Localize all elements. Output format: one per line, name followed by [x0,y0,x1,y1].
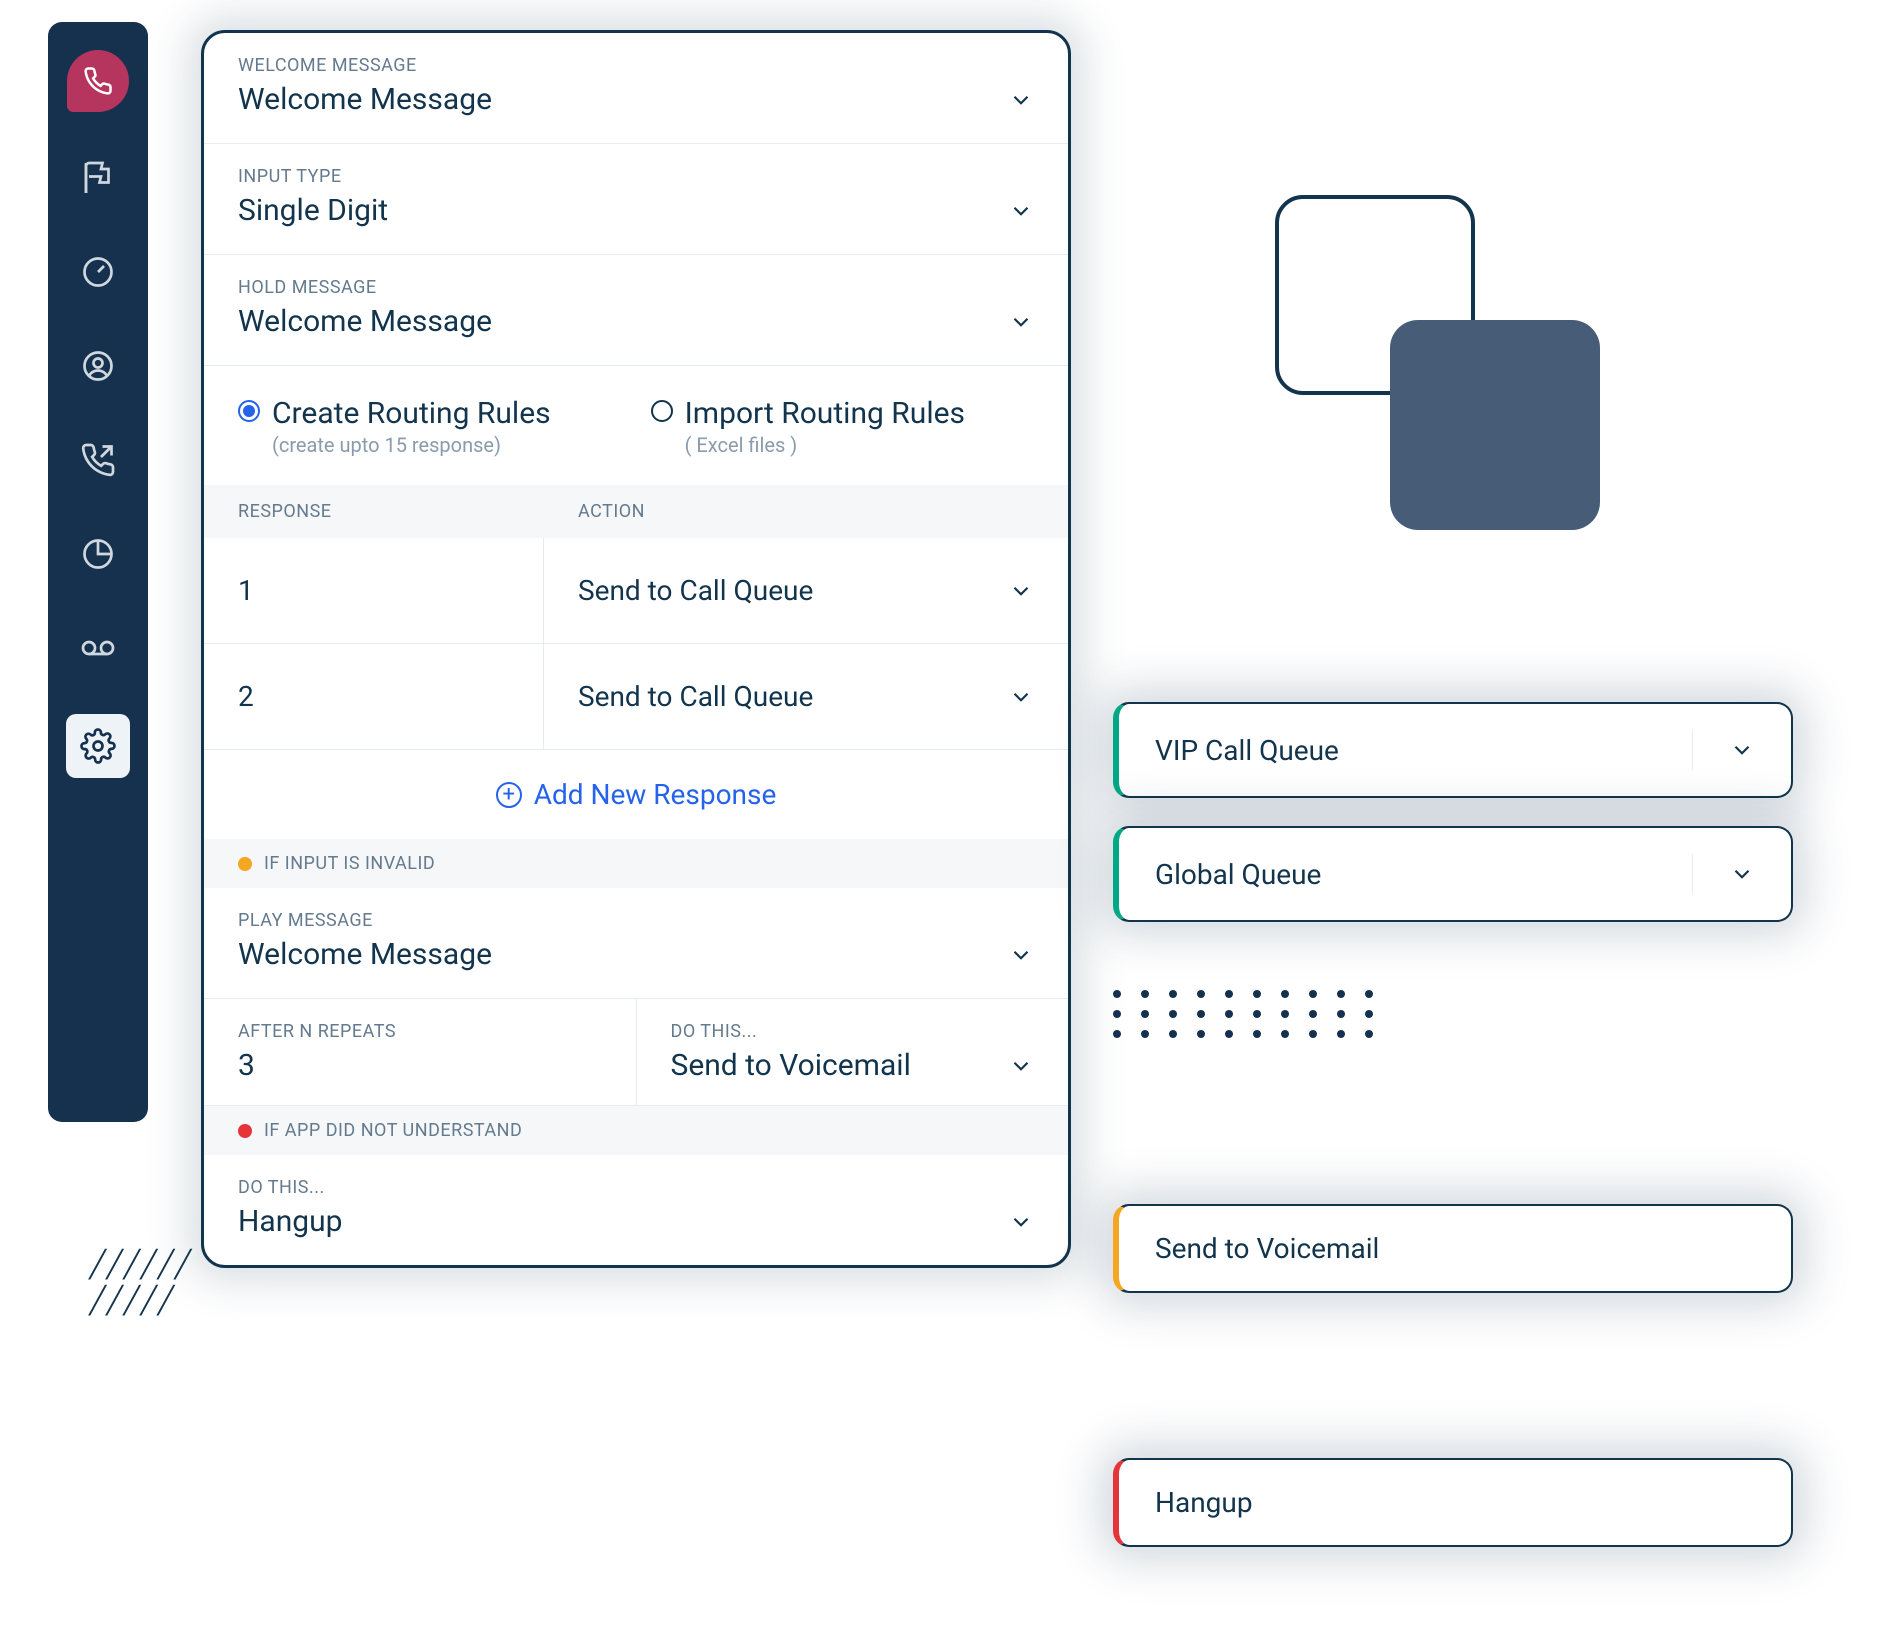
chevron-down-icon [1008,87,1034,113]
response-value: 1 [204,538,544,643]
after-repeats-row: After N Repeats 3 Do this... Send to Voi… [204,999,1068,1106]
welcome-message-select[interactable]: Welcome Message [238,82,1034,117]
action-value: Send to Call Queue [578,574,813,607]
col-header-action: Action [578,501,645,522]
popout-queue-row1[interactable]: VIP Call Queue [1113,702,1793,798]
sidebar-item-dashboard[interactable] [70,244,126,300]
hold-message-value: Welcome Message [238,304,492,339]
table-row: 2 Send to Call Queue [204,644,1068,750]
play-message-field: Play Message Welcome Message [204,888,1068,999]
sidebar-nav [48,22,148,1122]
section-if-not-understand: If App Did Not Understand [204,1106,1068,1155]
invalid-action-value: Send to Voicemail [671,1048,911,1083]
input-type-value: Single Digit [238,193,388,228]
pie-chart-icon [80,536,116,572]
routing-table-header: Response Action [204,485,1068,538]
user-icon [80,348,116,384]
status-dot-warning [238,857,252,871]
status-dot-error [238,1124,252,1138]
radio-indicator [238,400,260,422]
popout-value: Hangup [1155,1486,1253,1519]
flag-icon [80,160,116,196]
chevron-down-icon [1008,942,1034,968]
import-routing-label: Import Routing Rules [685,396,965,431]
invalid-action-select[interactable]: Send to Voicemail [671,1048,1035,1083]
sidebar-item-flag[interactable] [70,150,126,206]
gauge-icon [80,254,116,290]
hold-message-select[interactable]: Welcome Message [238,304,1034,339]
chevron-down-icon [1008,684,1034,710]
create-routing-sub: (create upto 15 response) [272,433,551,457]
chevron-down-icon [1008,309,1034,335]
ivr-config-card: Welcome Message Welcome Message Input Ty… [201,30,1071,1268]
import-routing-sub: ( Excel files ) [685,433,965,457]
popout-queue-row2[interactable]: Global Queue [1113,826,1793,922]
chevron-down-icon [1008,1209,1034,1235]
noresponse-field: Do this... Hangup [204,1155,1068,1265]
sidebar-item-settings[interactable] [66,714,130,778]
section-if-not-understand-label: If App Did Not Understand [264,1120,522,1141]
play-message-label: Play Message [238,910,1034,931]
radio-import-routing[interactable]: Import Routing Rules ( Excel files ) [651,396,965,457]
create-routing-label: Create Routing Rules [272,396,551,431]
sidebar-item-users[interactable] [70,338,126,394]
noresponse-action-select[interactable]: Hangup [238,1204,1034,1239]
add-response-label: Add New Response [534,778,777,811]
chevron-down-icon [1729,861,1755,887]
popout-invalid-target[interactable]: Send to Voicemail [1113,1204,1793,1293]
radio-indicator [651,400,673,422]
decorative-slashes: /////////// [90,1246,197,1318]
welcome-message-value: Welcome Message [238,82,492,117]
col-header-response: Response [238,501,578,522]
welcome-message-field: Welcome Message Welcome Message [204,33,1068,144]
action-value: Send to Call Queue [578,680,813,713]
decorative-dots [1113,990,1375,1038]
after-repeats-label: After N Repeats [238,1021,602,1042]
chevron-down-icon [1008,1053,1034,1079]
hold-message-field: Hold Message Welcome Message [204,255,1068,366]
response-value: 2 [204,644,544,749]
section-if-input-invalid-label: If Input is Invalid [264,853,435,874]
decorative-square-fill [1390,320,1600,530]
do-this-label: Do this... [671,1021,1035,1042]
popout-value: Global Queue [1155,858,1321,891]
sidebar-item-reports[interactable] [70,526,126,582]
action-select[interactable]: Send to Call Queue [544,538,1068,643]
chevron-down-icon [1008,198,1034,224]
voicemail-icon [80,630,116,666]
play-message-select[interactable]: Welcome Message [238,937,1034,972]
routing-rules-choice: Create Routing Rules (create upto 15 res… [204,366,1068,485]
input-type-label: Input Type [238,166,1034,187]
phone-forward-icon [80,442,116,478]
popout-noresponse-target[interactable]: Hangup [1113,1458,1793,1547]
hold-message-label: Hold Message [238,277,1034,298]
chevron-down-icon [1008,578,1034,604]
popout-value: VIP Call Queue [1155,734,1339,767]
section-if-input-invalid: If Input is Invalid [204,839,1068,888]
input-type-select[interactable]: Single Digit [238,193,1034,228]
gear-icon [80,728,116,764]
plus-circle-icon: + [496,782,522,808]
sidebar-item-phone[interactable] [67,50,129,112]
noresponse-do-label: Do this... [238,1177,1034,1198]
phone-icon [83,66,113,96]
noresponse-action-value: Hangup [238,1204,343,1239]
action-select[interactable]: Send to Call Queue [544,644,1068,749]
popout-value: Send to Voicemail [1155,1232,1379,1265]
sidebar-item-voicemail[interactable] [70,620,126,676]
sidebar-item-call-forward[interactable] [70,432,126,488]
after-repeats-value[interactable]: 3 [238,1048,602,1083]
welcome-message-label: Welcome Message [238,55,1034,76]
add-response-button[interactable]: + Add New Response [204,750,1068,839]
chevron-down-icon [1729,737,1755,763]
play-message-value: Welcome Message [238,937,492,972]
table-row: 1 Send to Call Queue [204,538,1068,644]
radio-create-routing[interactable]: Create Routing Rules (create upto 15 res… [238,396,551,457]
input-type-field: Input Type Single Digit [204,144,1068,255]
